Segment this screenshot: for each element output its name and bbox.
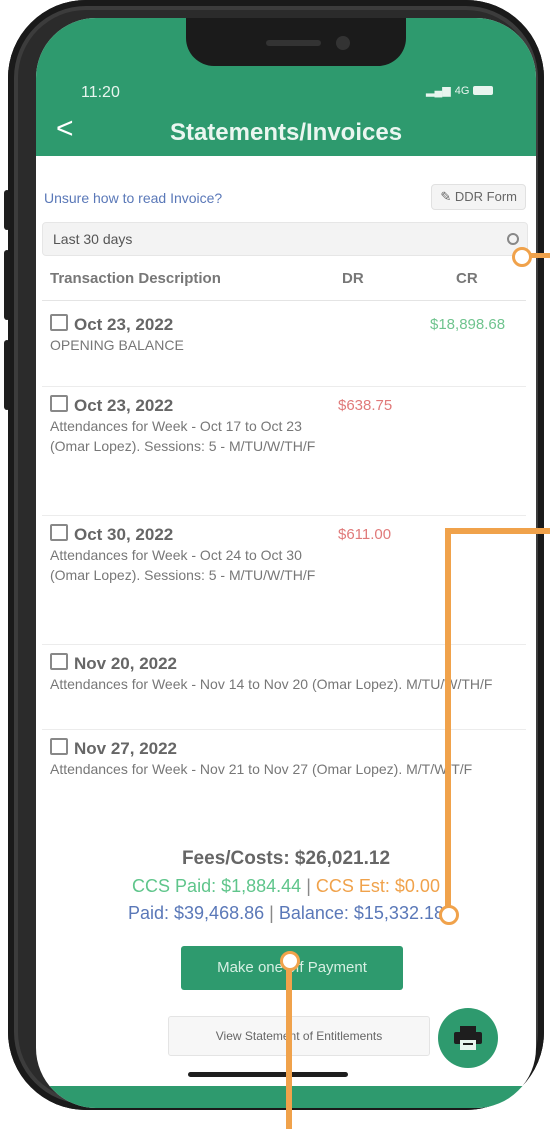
calendar-icon [50, 738, 68, 755]
phone-frame: 11:20 ▂▄▆ 4G < Statements/Invoices Unsur… [4, 0, 544, 1110]
status-time: 11:20 [81, 84, 120, 101]
row-date: Oct 23, 2022 [74, 315, 174, 334]
paid-total: Paid: $39,468.86 [128, 903, 265, 923]
column-header-dr: DR [342, 270, 364, 287]
ddr-form-button[interactable]: ✎ DDR Form [431, 184, 526, 210]
row-description: Attendances for Week - Nov 21 to Nov 27 … [50, 761, 473, 777]
fees-total: Fees/Costs: $26,021.12 [181, 848, 391, 869]
edit-icon: ✎ [440, 189, 452, 204]
side-button [4, 250, 10, 320]
transaction-list: Oct 23, 2022 OPENING BALANCE $18,898.68 … [42, 306, 526, 814]
side-button [4, 340, 10, 410]
row-date: Oct 23, 2022 [74, 396, 174, 415]
row-description: Attendances for Week - Nov 14 to Nov 20 … [50, 676, 493, 692]
callout-line [445, 528, 550, 534]
separator: | [306, 876, 311, 896]
row-dr: $638.75 [338, 397, 393, 414]
account-summary: Fees/Costs: $26,021.12 CCS Paid: $1,884.… [36, 848, 536, 924]
ccs-estimate: CCS Est: $0.00 [315, 876, 440, 896]
home-indicator [188, 1072, 348, 1077]
app-screen: 11:20 ▂▄▆ 4G < Statements/Invoices Unsur… [36, 18, 536, 1108]
statements-content: Unsure how to read Invoice? ✎ DDR Form L… [36, 156, 536, 1086]
calendar-icon [50, 524, 68, 541]
calendar-icon [50, 653, 68, 670]
camera [336, 36, 350, 50]
callout-line [445, 528, 451, 916]
table-row[interactable]: Nov 27, 2022 Attendances for Week - Nov … [42, 730, 526, 814]
separator: | [269, 903, 274, 923]
table-header: Transaction Description DR CR [42, 260, 526, 301]
table-row[interactable]: Oct 30, 2022 Attendances for Week - Oct … [42, 516, 526, 645]
row-description: Attendances for Week - Oct 17 to Oct 23 … [50, 418, 316, 454]
print-button[interactable] [438, 1008, 498, 1068]
app-header: 11:20 ▂▄▆ 4G < Statements/Invoices [36, 18, 536, 156]
view-entitlements-button[interactable]: View Statement of Entitlements [168, 1016, 430, 1056]
side-button [4, 190, 10, 230]
row-description: OPENING BALANCE [50, 337, 184, 353]
callout-dot [439, 905, 459, 925]
calendar-icon [50, 395, 68, 412]
battery-icon [473, 86, 494, 95]
network-label: 4G [454, 84, 470, 97]
row-date: Oct 30, 2022 [74, 525, 174, 544]
row-dr: $611.00 [338, 526, 392, 543]
page-title: Statements/Invoices [169, 119, 403, 146]
help-row: Unsure how to read Invoice? ✎ DDR Form [36, 184, 536, 214]
table-row[interactable]: Nov 20, 2022 Attendances for Week - Nov … [42, 645, 526, 730]
balance-total: Balance: $15,332.18 [278, 903, 444, 923]
column-header-cr: CR [456, 270, 478, 287]
date-range-select[interactable]: Last 30 days [42, 222, 528, 256]
invoice-help-link[interactable]: Unsure how to read Invoice? [44, 190, 222, 206]
column-header-description: Transaction Description [50, 270, 221, 287]
ccs-paid: CCS Paid: $1,884.44 [132, 876, 302, 896]
table-row[interactable]: Oct 23, 2022 Attendances for Week - Oct … [42, 387, 526, 516]
speaker [266, 40, 321, 46]
table-row[interactable]: Oct 23, 2022 OPENING BALANCE $18,898.68 [42, 306, 526, 387]
callout-line [286, 962, 292, 1129]
date-range-value: Last 30 days [53, 231, 133, 247]
row-cr: $18,898.68 [430, 316, 506, 333]
row-date: Nov 20, 2022 [74, 654, 178, 673]
calendar-icon [50, 314, 68, 331]
callout-dot [512, 247, 532, 267]
status-icons: ▂▄▆ 4G [426, 84, 494, 97]
ddr-form-label: DDR Form [454, 189, 517, 204]
row-date: Nov 27, 2022 [74, 739, 178, 758]
callout-dot [280, 951, 300, 971]
row-description: Attendances for Week - Oct 24 to Oct 30 … [50, 547, 316, 583]
printer-icon [454, 1026, 482, 1050]
notch [186, 18, 406, 66]
signal-icon: ▂▄▆ [426, 85, 451, 97]
select-indicator-icon [507, 233, 519, 245]
